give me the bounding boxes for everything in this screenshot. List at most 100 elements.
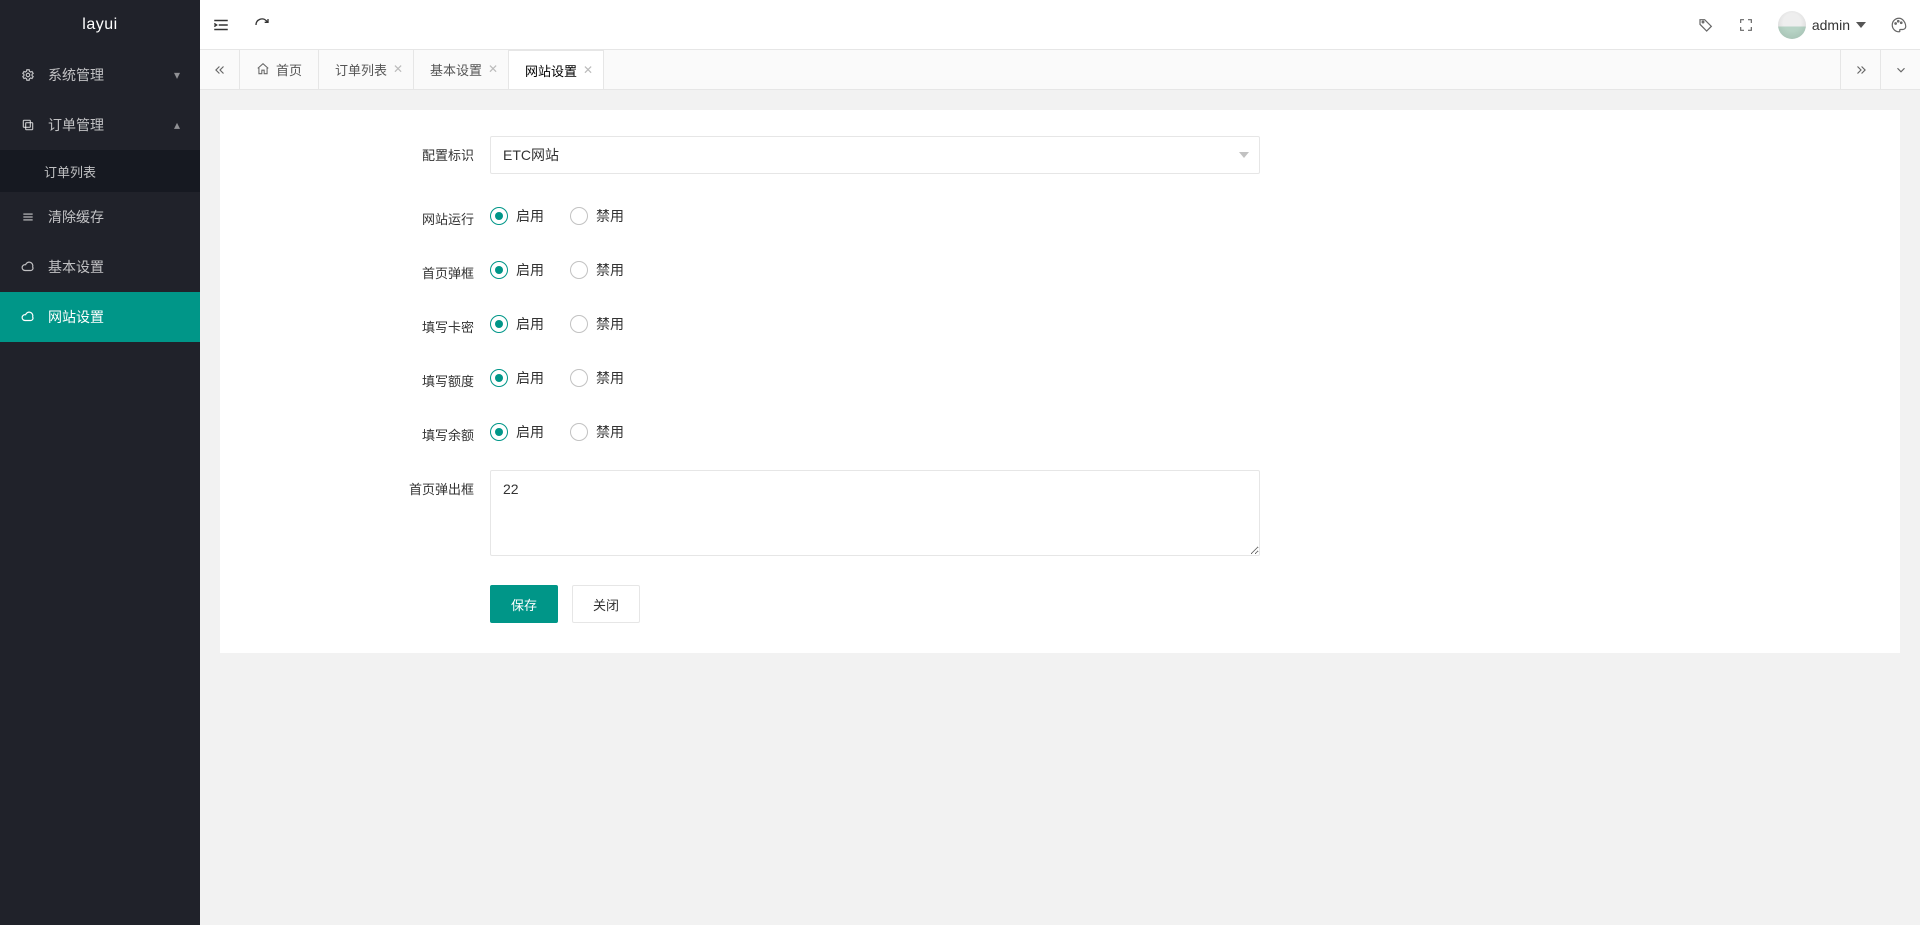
sidebar-children-orders: 订单列表: [0, 150, 200, 192]
indent-icon: [212, 16, 230, 34]
field-label: 配置标识: [400, 136, 490, 164]
chevron-up-icon: ▴: [174, 118, 180, 132]
radio-label: 启用: [516, 422, 544, 442]
fill_quota-disable-radio[interactable]: 禁用: [570, 368, 624, 388]
tabs-scroll-left[interactable]: [200, 50, 240, 89]
form-row-home_popup: 首页弹框启用 禁用: [400, 254, 1400, 282]
site-settings-form: 配置标识 ETC网站 网站运行启用禁用首页弹框启用禁用填写卡密启用禁用填写额度启…: [400, 110, 1400, 623]
username: admin: [1812, 17, 1850, 33]
field-label: 填写额度: [400, 362, 490, 390]
tab-label: 网站设置: [525, 61, 577, 80]
tab-label: 首页: [276, 60, 302, 79]
form-row-fill_quota: 填写额度 启用 禁用: [400, 362, 1400, 390]
tag-icon: [1698, 17, 1714, 33]
radio-circle-icon: [490, 315, 508, 333]
home_popup-enable-radio[interactable]: 启用: [490, 260, 544, 280]
theme-button[interactable]: [1878, 0, 1920, 50]
radio-label: 禁用: [596, 368, 624, 388]
tabs-more[interactable]: [1880, 50, 1920, 89]
sidebar-item-system[interactable]: 系统管理 ▾: [0, 50, 200, 100]
chevron-down-icon: ▾: [174, 68, 180, 82]
radio-circle-icon: [570, 207, 588, 225]
field-label: 首页弹框: [400, 254, 490, 282]
double-right-icon: [1854, 63, 1868, 77]
sidebar-item-clear-cache[interactable]: 清除缓存: [0, 192, 200, 242]
fill_balance-disable-radio[interactable]: 禁用: [570, 422, 624, 442]
side-nav: 系统管理 ▾ 订单管理 ▴ 订单列表 清除缓存: [0, 50, 200, 925]
select-value: ETC网站: [503, 145, 559, 165]
chevron-down-icon: [1239, 152, 1249, 158]
logo: layui: [0, 0, 200, 50]
radio-circle-icon: [490, 423, 508, 441]
radio-label: 禁用: [596, 314, 624, 334]
radio-circle-icon: [570, 315, 588, 333]
sidebar-item-label: 网站设置: [48, 307, 104, 327]
gear-icon: [20, 68, 36, 82]
site_run-disable-radio[interactable]: 禁用: [570, 206, 624, 226]
form-row-fill_balance: 填写余额 启用 禁用: [400, 416, 1400, 444]
chevron-down-icon: [1894, 63, 1908, 77]
tab-bar: 首页✕订单列表✕基本设置✕网站设置✕: [200, 50, 1920, 90]
field-label: 填写卡密: [400, 308, 490, 336]
list-icon: [20, 210, 36, 224]
copy-icon: [20, 118, 36, 132]
fullscreen-icon: [1738, 17, 1754, 33]
tag-button[interactable]: [1686, 0, 1726, 50]
field-label: 网站运行: [400, 200, 490, 228]
user-menu[interactable]: admin: [1766, 0, 1878, 50]
tab-label: 基本设置: [430, 60, 482, 79]
tab-3[interactable]: 网站设置 ✕: [509, 50, 604, 89]
cloud-icon: [20, 310, 36, 324]
header: admin: [200, 0, 1920, 50]
refresh-icon: [254, 17, 270, 33]
chevron-down-icon: [1856, 22, 1866, 28]
form-row-site_run: 网站运行 启用 禁用: [400, 200, 1400, 228]
close-icon[interactable]: ✕: [391, 62, 405, 76]
double-left-icon: [213, 63, 227, 77]
sidebar: layui 系统管理 ▾ 订单管理 ▴ 订单列表: [0, 0, 200, 925]
form-row-config-id: 配置标识 ETC网站: [400, 136, 1400, 174]
radio-circle-icon: [570, 369, 588, 387]
sidebar-item-site-settings[interactable]: 网站设置: [0, 292, 200, 342]
fill_balance-enable-radio[interactable]: 启用: [490, 422, 544, 442]
sidebar-item-label: 基本设置: [48, 257, 104, 277]
content: 配置标识 ETC网站 网站运行启用禁用首页弹框启用禁用填写卡密启用禁用填写额度启…: [200, 90, 1920, 925]
sidebar-item-label: 清除缓存: [48, 207, 104, 227]
toggle-sidebar-button[interactable]: [200, 0, 242, 50]
sidebar-item-orders[interactable]: 订单管理 ▴: [0, 100, 200, 150]
form-card: 配置标识 ETC网站 网站运行启用禁用首页弹框启用禁用填写卡密启用禁用填写额度启…: [220, 110, 1900, 653]
site_run-enable-radio[interactable]: 启用: [490, 206, 544, 226]
field-label: 填写余额: [400, 416, 490, 444]
config-id-select[interactable]: ETC网站: [490, 136, 1260, 174]
form-row-actions: 保存 关闭: [400, 585, 1400, 623]
sidebar-item-order-list[interactable]: 订单列表: [0, 150, 200, 192]
sidebar-item-basic-settings[interactable]: 基本设置: [0, 242, 200, 292]
close-button[interactable]: 关闭: [572, 585, 640, 623]
tab-1[interactable]: 订单列表✕: [319, 50, 414, 89]
fill_quota-enable-radio[interactable]: 启用: [490, 368, 544, 388]
radio-label: 启用: [516, 206, 544, 226]
fullscreen-button[interactable]: [1726, 0, 1766, 50]
close-icon[interactable]: ✕: [581, 63, 595, 77]
fill_card-enable-radio[interactable]: 启用: [490, 314, 544, 334]
sidebar-item-label: 订单列表: [44, 162, 96, 181]
close-icon[interactable]: ✕: [486, 62, 500, 76]
radio-circle-icon: [490, 261, 508, 279]
fill_card-disable-radio[interactable]: 禁用: [570, 314, 624, 334]
radio-label: 禁用: [596, 260, 624, 280]
field-label: 首页弹出框: [400, 470, 490, 498]
form-row-fill_card: 填写卡密启用 禁用: [400, 308, 1400, 336]
avatar: [1778, 11, 1806, 39]
popup-textarea[interactable]: [490, 470, 1260, 556]
theme-icon: [1890, 16, 1908, 34]
tab-home[interactable]: 首页✕: [240, 50, 319, 89]
sidebar-item-label: 订单管理: [48, 115, 104, 135]
radio-label: 禁用: [596, 206, 624, 226]
tabs-scroll-right[interactable]: [1840, 50, 1880, 89]
refresh-button[interactable]: [242, 0, 282, 50]
radio-label: 启用: [516, 368, 544, 388]
radio-circle-icon: [570, 423, 588, 441]
home_popup-disable-radio[interactable]: 禁用: [570, 260, 624, 280]
save-button[interactable]: 保存: [490, 585, 558, 623]
tab-2[interactable]: 基本设置 ✕: [414, 50, 509, 89]
